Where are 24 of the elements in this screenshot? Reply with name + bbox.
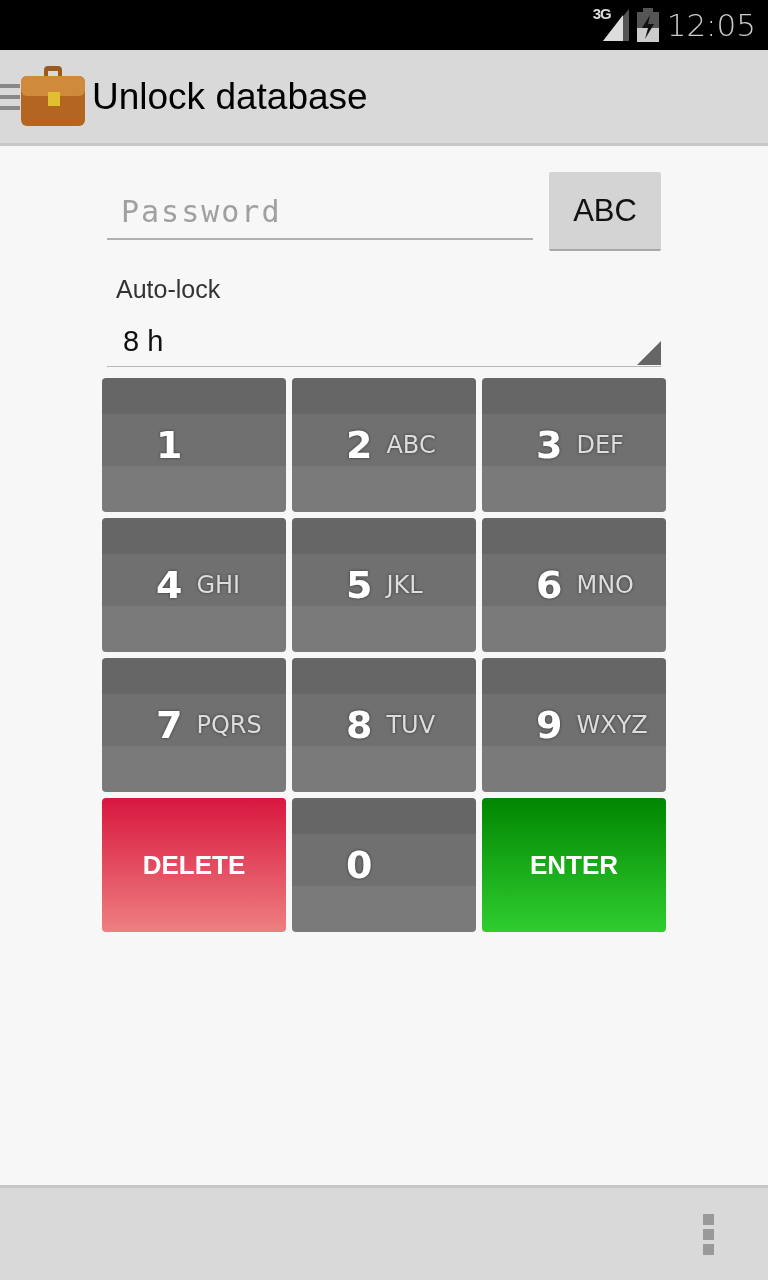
digit-key[interactable]: 2 ABC	[292, 378, 476, 512]
digit-key[interactable]: 1	[102, 378, 286, 512]
auto-lock-label: Auto-lock	[116, 275, 221, 304]
screen-title: Unlock database	[92, 75, 368, 118]
clock: 12:05	[666, 7, 756, 43]
dropdown-arrow-icon	[637, 341, 661, 365]
overflow-menu-icon[interactable]	[703, 1213, 714, 1255]
digit-key[interactable]: 8 TUV	[292, 658, 476, 792]
enter-button[interactable]: ENTER	[482, 798, 666, 932]
battery-icon	[636, 8, 659, 42]
delete-button[interactable]: DELETE	[102, 798, 286, 932]
network-label: 3G	[592, 5, 611, 22]
digit-key[interactable]: 5 JKL	[292, 518, 476, 652]
auto-lock-dropdown[interactable]: 8 h	[107, 316, 661, 367]
keyboard-toggle-button[interactable]: ABC	[549, 172, 661, 251]
drawer-menu-icon[interactable]	[0, 81, 20, 112]
digit-key[interactable]: 6 MNO	[482, 518, 666, 652]
briefcase-icon	[20, 65, 86, 128]
digit-key[interactable]: 0	[292, 798, 476, 932]
digit-key[interactable]: 3 DEF	[482, 378, 666, 512]
digit-key[interactable]: 7 PQRS	[102, 658, 286, 792]
digit-key[interactable]: 4 GHI	[102, 518, 286, 652]
digit-key[interactable]: 9 WXYZ	[482, 658, 666, 792]
password-field[interactable]: Password	[107, 184, 533, 240]
